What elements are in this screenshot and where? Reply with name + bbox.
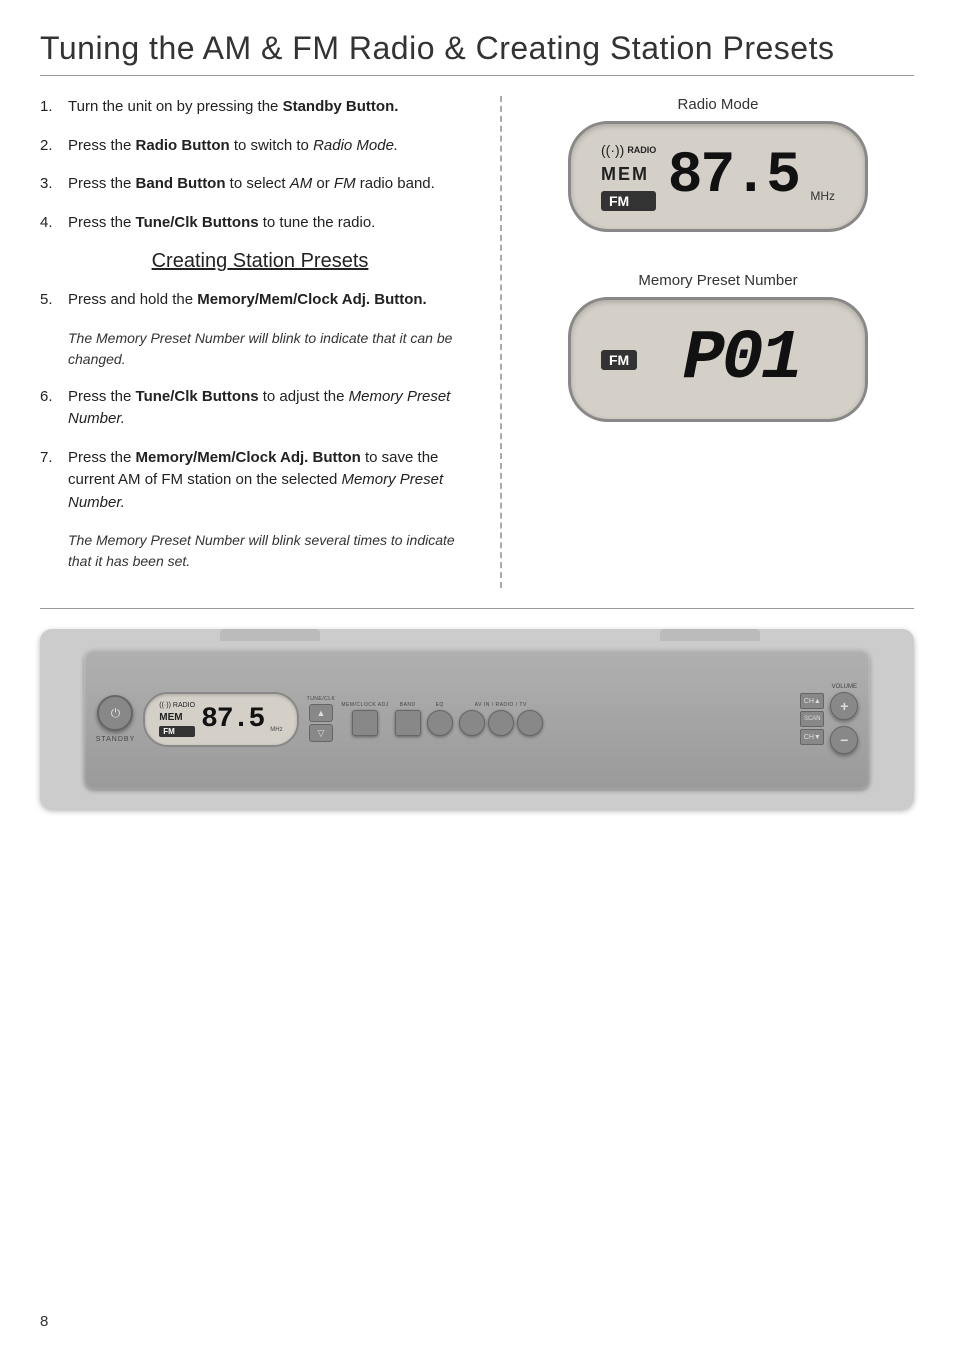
eq-button[interactable]: [427, 710, 453, 736]
step-7-text: Press the Memory/Mem/Clock Adj. Button t…: [68, 447, 480, 515]
mem-clock-label: MEM/CLOCK ADJ: [341, 702, 388, 708]
step-5: 5. Press and hold the Memory/Mem/Clock A…: [40, 289, 480, 312]
mini-frequency: 87.5: [201, 704, 264, 735]
source-label: AV IN / RADIO / TV: [475, 702, 527, 708]
radio-text: RADIO: [627, 145, 656, 155]
channel-group: CH▲ SCAN CH▼: [800, 693, 824, 745]
section-divider: [40, 608, 914, 609]
step-5-text: Press and hold the Memory/Mem/Clock Adj.…: [68, 289, 480, 312]
device-body: ⏻ STANDBY ((·)) RADIO MEM FM 87.5 MHz: [84, 649, 871, 789]
step-3-text: Press the Band Button to select AM or FM…: [68, 173, 480, 196]
source-group: AV IN / RADIO / TV: [459, 702, 543, 736]
note-1: The Memory Preset Number will blink to i…: [68, 328, 480, 370]
device-illustration: ⏻ STANDBY ((·)) RADIO MEM FM 87.5 MHz: [40, 629, 914, 809]
mem-label: MEM: [601, 164, 656, 185]
diagrams-column: Radio Mode ((·)) RADIO MEM FM 87.5 MHz: [500, 96, 914, 588]
mini-mhz-label: MHz: [270, 727, 282, 733]
step-6-text: Press the Tune/Clk Buttons to adjust the…: [68, 386, 480, 431]
mem-clock-group: MEM/CLOCK ADJ: [341, 702, 388, 736]
mini-lcd-display: ((·)) RADIO MEM FM 87.5 MHz: [143, 692, 298, 747]
radio-wave-icon: ((·)): [601, 142, 624, 158]
band-button[interactable]: [395, 710, 421, 736]
mini-radio-icon-row: ((·)) RADIO: [159, 702, 195, 709]
controls-area: TUNE/CLK ▲ ▽ MEM/CLOCK ADJ BAND: [307, 696, 793, 742]
mini-lcd-left: ((·)) RADIO MEM FM: [159, 702, 195, 737]
step-1: 1. Turn the unit on by pressing the Stan…: [40, 96, 480, 119]
step-3-num: 3.: [40, 173, 60, 196]
step-2-num: 2.: [40, 135, 60, 158]
mini-fm-badge: FM: [159, 726, 195, 737]
preset-mode-label: Memory Preset Number: [638, 272, 797, 289]
preset-instruction-list: 5. Press and hold the Memory/Mem/Clock A…: [40, 289, 480, 312]
page-title: Tuning the AM & FM Radio & Creating Stat…: [40, 30, 914, 76]
step-1-text: Turn the unit on by pressing the Standby…: [68, 96, 480, 119]
preset-instruction-list-2: 6. Press the Tune/Clk Buttons to adjust …: [40, 386, 480, 515]
step-2: 2. Press the Radio Button to switch to R…: [40, 135, 480, 158]
preset-fm-badge: FM: [601, 350, 637, 370]
tune-up-button[interactable]: ▲: [309, 704, 333, 722]
radio-icon-row: ((·)) RADIO: [601, 142, 656, 158]
standby-label: STANDBY: [96, 736, 136, 743]
band-label: BAND: [400, 702, 416, 708]
page-number: 8: [40, 1313, 48, 1330]
mem-clock-button[interactable]: [352, 710, 378, 736]
tune-arrows: ▲ ▽: [309, 704, 333, 742]
instruction-list: 1. Turn the unit on by pressing the Stan…: [40, 96, 480, 234]
step-4-text: Press the Tune/Clk Buttons to tune the r…: [68, 212, 480, 235]
band-group: BAND: [395, 702, 421, 736]
step-1-num: 1.: [40, 96, 60, 119]
preset-mode-diagram: Memory Preset Number FM P01: [522, 272, 914, 422]
step-7: 7. Press the Memory/Mem/Clock Adj. Butto…: [40, 447, 480, 515]
step-7-num: 7.: [40, 447, 60, 515]
tv-button[interactable]: [517, 710, 543, 736]
volume-group: VOLUME + −: [830, 684, 858, 754]
standby-section: ⏻ STANDBY: [96, 695, 136, 743]
step-4: 4. Press the Tune/Clk Buttons to tune th…: [40, 212, 480, 235]
note-2: The Memory Preset Number will blink seve…: [68, 530, 480, 572]
standby-button[interactable]: ⏻: [97, 695, 133, 731]
step-2-text: Press the Radio Button to switch to Radi…: [68, 135, 480, 158]
mini-mem-label: MEM: [159, 712, 195, 723]
volume-minus-button[interactable]: −: [830, 726, 858, 754]
step-4-num: 4.: [40, 212, 60, 235]
fm-badge: FM: [601, 191, 656, 211]
eq-group: EQ: [427, 702, 453, 736]
volume-plus-button[interactable]: +: [830, 692, 858, 720]
mini-radio-wave-icon: ((·)): [159, 702, 171, 709]
step-5-num: 5.: [40, 289, 60, 312]
section-heading-presets: Creating Station Presets: [40, 250, 480, 273]
ch-up-button[interactable]: CH▲: [800, 693, 824, 709]
tune-down-button[interactable]: ▽: [309, 724, 333, 742]
mini-radio-label: RADIO: [173, 702, 195, 709]
power-icon: ⏻: [111, 706, 121, 721]
step-3: 3. Press the Band Button to select AM or…: [40, 173, 480, 196]
radio-mode-label: Radio Mode: [678, 96, 759, 113]
eq-label: EQ: [436, 702, 444, 708]
av-in-button[interactable]: [459, 710, 485, 736]
radio-button[interactable]: [488, 710, 514, 736]
lcd-left-section: ((·)) RADIO MEM FM: [601, 142, 656, 211]
radio-mode-diagram: Radio Mode ((·)) RADIO MEM FM 87.5 MHz: [522, 96, 914, 232]
tune-group: TUNE/CLK ▲ ▽: [307, 696, 336, 742]
step-6: 6. Press the Tune/Clk Buttons to adjust …: [40, 386, 480, 431]
radio-mode-display: ((·)) RADIO MEM FM 87.5 MHz: [568, 121, 868, 232]
step-6-num: 6.: [40, 386, 60, 431]
ch-down-button[interactable]: CH▼: [800, 729, 824, 745]
right-controls: CH▲ SCAN CH▼ VOLUME + −: [800, 684, 858, 754]
instructions-column: 1. Turn the unit on by pressing the Stan…: [40, 96, 480, 588]
volume-label: VOLUME: [832, 684, 857, 690]
tune-label: TUNE/CLK: [307, 696, 336, 702]
mhz-label: MHz: [810, 189, 835, 203]
preset-number-display: P01: [647, 320, 835, 399]
preset-mode-display: FM P01: [568, 297, 868, 422]
frequency-display: 87.5: [656, 148, 810, 206]
scan-button[interactable]: SCAN: [800, 711, 824, 727]
